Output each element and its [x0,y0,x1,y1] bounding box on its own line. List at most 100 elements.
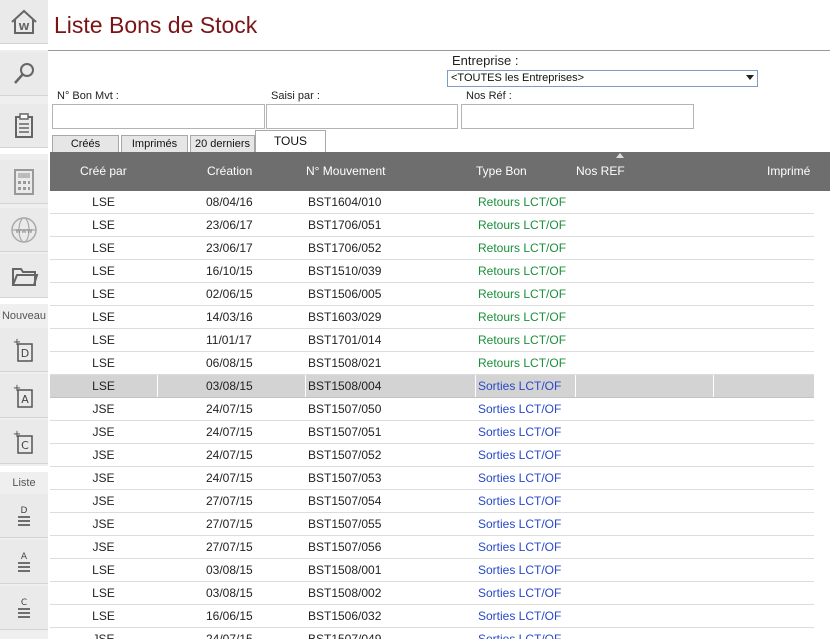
cell-cree-par: LSE [92,287,115,301]
table-row[interactable]: JSE 24/07/15 BST1507/053 Sorties LCT/OF [50,467,814,490]
tab-tous[interactable]: TOUS [255,130,326,152]
cell-type-bon: Retours LCT/OF [478,333,567,347]
tab-crees[interactable]: Créés [52,135,119,152]
cell-imprime [713,582,814,604]
tab-imprimes[interactable]: Imprimés [121,135,188,152]
col-header-nos-ref[interactable]: Nos REF [576,164,625,178]
nos-ref-input[interactable] [461,104,694,129]
bon-mvt-input[interactable] [52,104,265,129]
bon-mvt-label: N° Bon Mvt : [57,90,119,102]
cell-cree-par: LSE [92,310,115,324]
new-c-button[interactable]: C + [0,420,48,464]
cell-creation: 08/04/16 [206,195,253,209]
table-row[interactable]: LSE 03/08/15 BST1508/001 Sorties LCT/OF [50,559,814,582]
cell-nos-ref [575,352,713,374]
cell-imprime [713,352,814,374]
cell-cree-par: JSE [92,540,115,554]
cell-n-mouvement: BST1508/001 [308,563,382,577]
cell-creation: 23/06/17 [206,218,253,232]
web-button[interactable]: www [0,208,48,252]
title-divider [48,50,830,51]
table-row[interactable]: JSE 24/07/15 BST1507/052 Sorties LCT/OF [50,444,814,467]
home-button[interactable]: W [0,0,48,44]
entreprise-select[interactable]: <TOUTES les Entreprises> [447,70,758,87]
cell-type-bon: Sorties LCT/OF [478,517,562,531]
new-a-button[interactable]: A + [0,374,48,418]
cell-type-bon: Retours LCT/OF [478,310,567,324]
table-row[interactable]: JSE 27/07/15 BST1507/055 Sorties LCT/OF [50,513,814,536]
list-a-button[interactable]: A [0,540,48,584]
home-w-icon: W [11,9,37,34]
svg-text:C: C [21,598,27,608]
table-row[interactable]: LSE 16/06/15 BST1506/032 Sorties LCT/OF [50,605,814,628]
cell-imprime [713,375,814,397]
new-d-button[interactable]: D + [0,328,48,372]
cell-type-bon: Retours LCT/OF [478,264,567,278]
search-button[interactable] [0,52,48,96]
table-row[interactable]: LSE 11/01/17 BST1701/014 Retours LCT/OF [50,329,814,352]
cell-nos-ref [575,467,713,489]
svg-text:D: D [21,506,28,516]
clipboard-button[interactable] [0,104,48,148]
table-row[interactable]: LSE 08/04/16 BST1604/010 Retours LCT/OF [50,191,814,214]
table-row[interactable]: JSE 27/07/15 BST1507/054 Sorties LCT/OF [50,490,814,513]
col-header-n-mouvement[interactable]: N° Mouvement [306,164,386,178]
chevron-down-icon[interactable] [746,75,754,80]
table-row[interactable]: LSE 23/06/17 BST1706/051 Retours LCT/OF [50,214,814,237]
svg-text:A: A [21,393,29,406]
table-row[interactable]: JSE 24/07/15 BST1507/049 Sorties LCT/OF [50,628,814,639]
table-row[interactable]: LSE 03/08/15 BST1508/004 Sorties LCT/OF [50,375,814,398]
sidebar-nouveau-label: Nouveau [1,310,47,322]
cell-n-mouvement: BST1508/002 [308,586,382,600]
tab-20-derniers[interactable]: 20 derniers [190,135,255,152]
cell-imprime [713,214,814,236]
svg-text:+: + [13,337,21,348]
col-header-cree-par[interactable]: Créé par [80,164,127,178]
cell-type-bon: Sorties LCT/OF [475,375,575,397]
cell-type-bon: Retours LCT/OF [478,218,567,232]
folder-button[interactable] [0,254,48,298]
page-title: Liste Bons de Stock [54,12,258,38]
cell-cree-par: LSE [92,379,115,393]
cell-imprime [713,398,814,420]
table-row[interactable]: JSE 24/07/15 BST1507/051 Sorties LCT/OF [50,421,814,444]
cell-imprime [713,490,814,512]
table-row[interactable]: LSE 02/06/15 BST1506/005 Retours LCT/OF [50,283,814,306]
cell-creation: 11/01/17 [206,333,252,347]
table-row[interactable]: LSE 06/08/15 BST1508/021 Retours LCT/OF [50,352,814,375]
cell-cree-par: JSE [92,425,115,439]
table-row[interactable]: JSE 24/07/15 BST1507/050 Sorties LCT/OF [50,398,814,421]
cell-imprime [713,329,814,351]
new-a-icon: A+ [13,383,33,408]
cell-type-bon: Retours LCT/OF [478,241,567,255]
table-row[interactable]: LSE 14/03/16 BST1603/029 Retours LCT/OF [50,306,814,329]
cell-creation: 24/07/15 [206,425,253,439]
nos-ref-label: Nos Réf : [466,90,512,102]
col-header-type-bon[interactable]: Type Bon [476,164,527,178]
cell-cree-par: LSE [92,586,115,600]
svg-text:C: C [21,439,29,452]
col-header-imprime[interactable]: Imprimé [767,164,810,178]
list-a-icon: A [18,552,30,572]
app-window: W www Nouveau D + A + C + Liste D A C Li… [0,0,830,639]
cell-cree-par: JSE [92,448,115,462]
cell-cree-par: LSE [92,356,115,370]
table-row[interactable]: LSE 16/10/15 BST1510/039 Retours LCT/OF [50,260,814,283]
cell-type-bon: Sorties LCT/OF [478,448,562,462]
cell-creation: 23/06/17 [206,241,253,255]
cell-creation: 02/06/15 [206,287,253,301]
cell-type-bon: Retours LCT/OF [478,287,567,301]
table-row[interactable]: LSE 03/08/15 BST1508/002 Sorties LCT/OF [50,582,814,605]
list-c-button[interactable]: C [0,586,48,630]
table-row[interactable]: LSE 23/06/17 BST1706/052 Retours LCT/OF [50,237,814,260]
cell-imprime [713,444,814,466]
table-row[interactable]: JSE 27/07/15 BST1507/056 Sorties LCT/OF [50,536,814,559]
calculator-button[interactable] [0,160,48,204]
svg-text:W: W [18,22,29,33]
saisi-par-input[interactable] [266,104,458,129]
cell-cree-par: LSE [92,333,115,347]
cell-creation: 16/06/15 [206,609,253,623]
new-c-icon: C+ [13,429,33,454]
col-header-creation[interactable]: Création [207,164,252,178]
list-d-button[interactable]: D [0,494,48,538]
